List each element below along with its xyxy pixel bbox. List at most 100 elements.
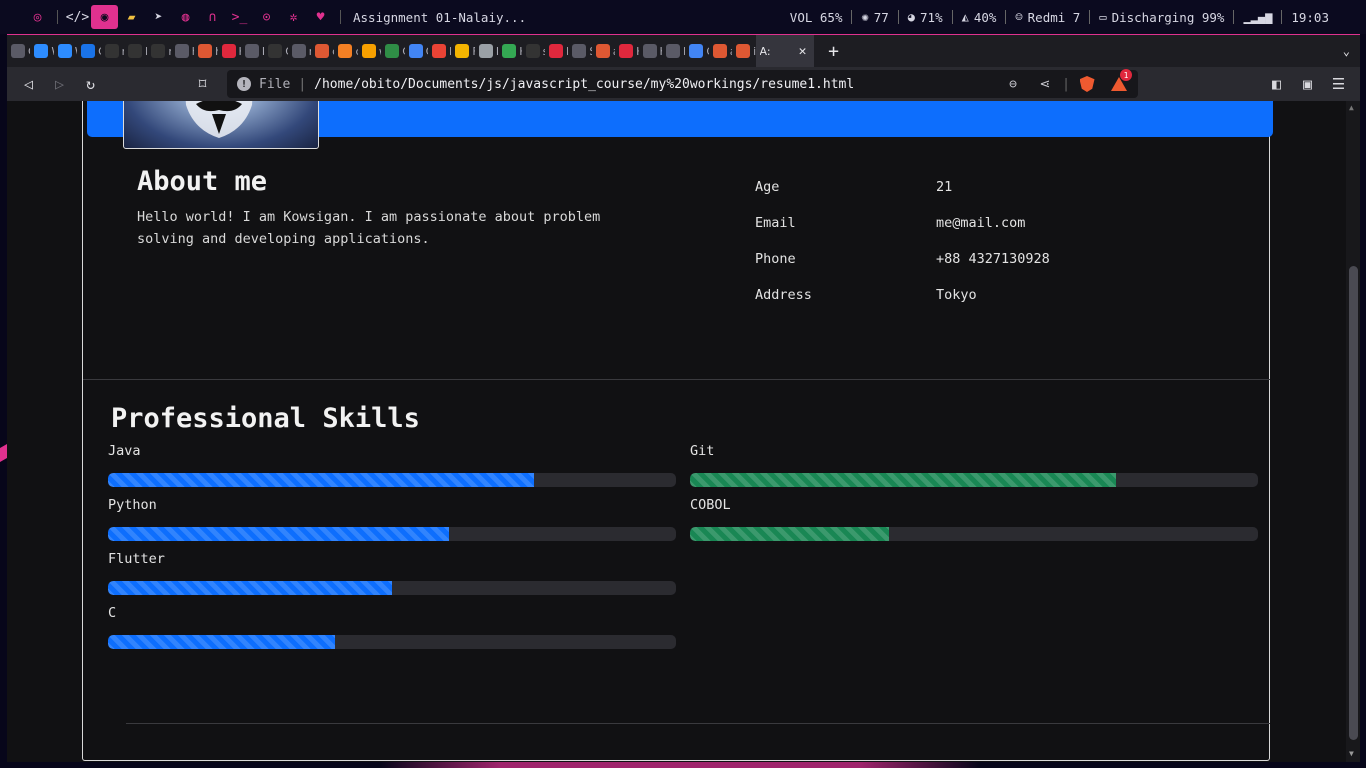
- browser-tab[interactable]: H: [498, 35, 522, 67]
- skill-progress-track: [108, 473, 676, 487]
- skill-progress-track: [690, 527, 1258, 541]
- browser-tab[interactable]: P: [475, 35, 498, 67]
- health-icon[interactable]: ♥: [307, 5, 334, 29]
- skill-name: C: [108, 605, 117, 621]
- browser-tab[interactable]: n: [147, 35, 171, 67]
- browser-tab[interactable]: c: [334, 35, 358, 67]
- cpu-indicator: ✺ 77: [852, 10, 897, 25]
- url-text[interactable]: /home/obito/Documents/js/javascript_cour…: [314, 77, 854, 92]
- headphones-icon[interactable]: ∩: [199, 5, 226, 29]
- browser-tab[interactable]: H: [218, 35, 241, 67]
- clock[interactable]: 19:03: [1282, 10, 1338, 25]
- device-indicator[interactable]: ☺ Redmi 7: [1006, 10, 1089, 25]
- browser-tab[interactable]: S: [568, 35, 592, 67]
- info-value: 21: [936, 179, 953, 195]
- bookmark-icon[interactable]: ⌑: [187, 69, 218, 99]
- skill-item: COBOL: [690, 497, 1258, 541]
- browser-tab[interactable]: n: [101, 35, 124, 67]
- firefox-icon[interactable]: ◉: [91, 5, 118, 29]
- vertical-scrollbar[interactable]: ▲ ▼: [1346, 101, 1360, 762]
- browser-tab[interactable]: O: [405, 35, 428, 67]
- cpu-value: 77: [873, 9, 889, 25]
- sidebar-toggle-icon[interactable]: ◧: [1261, 69, 1292, 99]
- browser-tab[interactable]: W: [54, 35, 77, 67]
- close-tab-icon[interactable]: ✕: [791, 35, 814, 67]
- system-tray: VOL 65% ✺ 77 ◕ 71% ◭ 40% ☺ Redmi 7 ▭ Discharg…: [781, 0, 1366, 34]
- browser-toolbar: ◁ ▷ ↻ ⌑ ! File | /home/obito/Documents/j…: [7, 67, 1360, 101]
- translate-icon: [689, 44, 704, 58]
- telegram-icon[interactable]: ➤: [145, 5, 172, 29]
- browser-tab[interactable]: a: [709, 35, 732, 67]
- browser-tab[interactable]: K: [639, 35, 662, 67]
- info-value[interactable]: me@mail.com: [936, 215, 1025, 231]
- active-tab-label: A:: [759, 44, 771, 58]
- browser-tab[interactable]: B: [241, 35, 264, 67]
- duckduckgo-icon: [198, 44, 213, 58]
- url-scheme: File: [259, 76, 291, 92]
- active-tab[interactable]: A:: [755, 35, 792, 67]
- battery-indicator: ▭ Discharging 99%: [1090, 10, 1233, 25]
- browser-tab[interactable]: a: [592, 35, 615, 67]
- discord-icon[interactable]: ◍: [172, 5, 199, 29]
- globe-icon: [244, 44, 259, 58]
- info-row-address: Address Tokyo: [755, 287, 1155, 323]
- brightness-indicator[interactable]: ◭ 40%: [953, 10, 1006, 25]
- browser-tab[interactable]: H: [615, 35, 639, 67]
- back-icon[interactable]: ◁: [13, 69, 44, 99]
- browser-tab[interactable]: C: [7, 35, 30, 67]
- scrollbar-thumb[interactable]: [1349, 266, 1358, 740]
- menu-icon[interactable]: ☰: [1323, 69, 1354, 99]
- steps-icon: [548, 44, 563, 58]
- skill-name: Java: [108, 443, 141, 459]
- brave-rewards-icon[interactable]: 1: [1104, 69, 1134, 98]
- browser-tab[interactable]: N: [662, 35, 685, 67]
- skill-progress-fill: [108, 527, 449, 541]
- browser-tab[interactable]: c: [311, 35, 334, 67]
- zoom-out-icon[interactable]: ⊖: [998, 70, 1028, 98]
- browser-tab[interactable]: w: [358, 35, 381, 67]
- duckduckgo-icon: [595, 44, 610, 58]
- browser-tab[interactable]: s: [522, 35, 545, 67]
- reload-icon[interactable]: ↻: [75, 69, 106, 99]
- browser-tab[interactable]: D: [124, 35, 147, 67]
- browser-tab[interactable]: F: [545, 35, 568, 67]
- chrome-icon: [408, 44, 423, 58]
- scroll-up-icon[interactable]: ▲: [1349, 103, 1354, 112]
- browser-tab[interactable]: R: [428, 35, 451, 67]
- info-icon[interactable]: !: [237, 77, 251, 91]
- browser-tab[interactable]: r: [288, 35, 311, 67]
- browser-tab[interactable]: C: [381, 35, 405, 67]
- brave-shields-icon[interactable]: [1072, 70, 1102, 98]
- github-icon[interactable]: ⊙: [253, 5, 280, 29]
- volume-indicator[interactable]: VOL 65%: [781, 10, 852, 25]
- folder-icon[interactable]: ▰: [118, 5, 145, 29]
- tab-search-chevron-icon[interactable]: ⌄: [1343, 35, 1350, 67]
- page-viewport[interactable]: About me Hello world! I am Kowsigan. I a…: [7, 101, 1360, 762]
- code-editor-icon[interactable]: </>: [64, 5, 91, 29]
- browser-tab[interactable]: h: [171, 35, 194, 67]
- terminal-icon[interactable]: >_: [226, 5, 253, 29]
- browser-tab[interactable]: W: [30, 35, 54, 67]
- phone-icon: ☺: [1015, 10, 1023, 24]
- scroll-down-icon[interactable]: ▼: [1349, 749, 1354, 758]
- browser-tab[interactable]: G: [685, 35, 709, 67]
- new-tab-icon[interactable]: +: [814, 35, 854, 67]
- browser-tab[interactable]: F: [451, 35, 475, 67]
- globe-icon: [665, 44, 680, 58]
- settings-icon[interactable]: ✲: [280, 5, 307, 29]
- address-bar[interactable]: ! File | /home/obito/Documents/js/javasc…: [227, 69, 1138, 98]
- share-icon[interactable]: ⋖: [1030, 70, 1060, 98]
- arch-menu-icon[interactable]: ◎: [24, 5, 51, 29]
- gauge-icon: ◕: [907, 10, 916, 24]
- browser-tab[interactable]: O: [264, 35, 288, 67]
- forward-icon[interactable]: ▷: [44, 69, 75, 99]
- footer-divider: [126, 723, 1270, 724]
- skill-item: Git: [690, 443, 1258, 487]
- separator: |: [1062, 76, 1070, 92]
- network-indicator[interactable]: ▁▂▄▆: [1234, 10, 1281, 24]
- browser-tab[interactable]: h: [194, 35, 218, 67]
- pencil-icon: [268, 44, 283, 58]
- wallet-icon[interactable]: ▣: [1292, 69, 1323, 99]
- browser-tab[interactable]: G: [77, 35, 101, 67]
- browser-tab[interactable]: i: [732, 35, 756, 67]
